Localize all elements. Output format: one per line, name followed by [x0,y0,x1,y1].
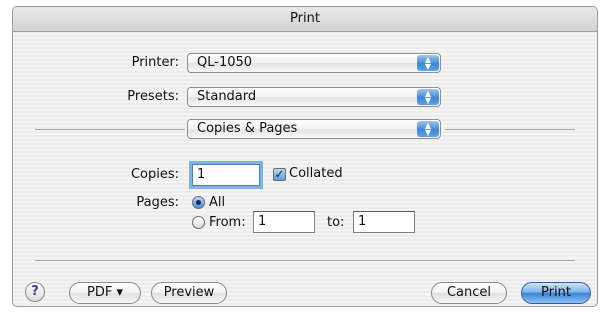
window-title: Print [13,7,597,32]
presets-label: Presets: [127,89,179,104]
print-button[interactable]: Print [521,282,591,304]
pdf-button[interactable]: PDF ▾ [69,282,141,304]
pages-from-radio[interactable] [192,216,205,229]
pages-to-input[interactable]: 1 [353,211,415,233]
collated-checkbox[interactable]: ✓ [273,168,286,181]
printer-label: Printer: [131,55,179,70]
up-down-arrows-icon: ▲ ▼ [417,121,439,137]
up-down-arrows-icon: ▲ ▼ [417,89,439,105]
section-popup[interactable]: Copies & Pages ▲ ▼ [187,119,441,139]
section-separator-left [35,129,185,130]
section-value: Copies & Pages [197,121,298,136]
pages-label: Pages: [136,195,179,210]
collated-label: Collated [289,166,343,181]
cancel-button[interactable]: Cancel [431,282,507,304]
copies-label: Copies: [130,167,179,182]
presets-value: Standard [197,89,257,104]
pages-from-input[interactable]: 1 [253,211,315,233]
bottom-separator [35,260,575,261]
pages-all-radio[interactable] [192,196,205,209]
help-button[interactable]: ? [25,282,45,302]
pages-to-label: to: [327,215,345,230]
copies-input[interactable]: 1 [192,164,260,186]
checkmark-icon: ✓ [274,167,285,181]
section-separator-right [445,129,575,130]
print-dialog: Print Printer: QL-1050 ▲ ▼ Presets: Stand… [12,6,598,307]
pages-from-label: From: [209,215,246,230]
presets-popup[interactable]: Standard ▲ ▼ [187,87,441,107]
printer-value: QL-1050 [197,55,253,70]
printer-popup[interactable]: QL-1050 ▲ ▼ [187,53,441,73]
preview-button[interactable]: Preview [151,282,227,304]
question-mark-icon: ? [31,284,39,299]
pages-all-label: All [209,195,226,210]
up-down-arrows-icon: ▲ ▼ [417,55,439,71]
